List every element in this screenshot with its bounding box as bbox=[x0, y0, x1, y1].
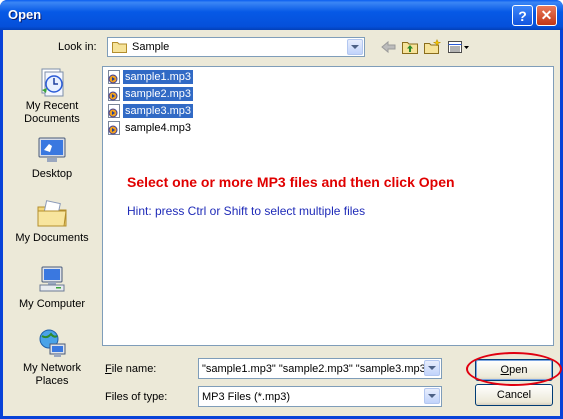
help-button[interactable]: ? bbox=[512, 5, 533, 26]
network-places-icon bbox=[39, 329, 66, 357]
look-in-combo[interactable]: Sample bbox=[107, 37, 365, 57]
mp3-file-icon bbox=[108, 87, 120, 101]
file-name-field[interactable]: "sample1.mp3" "sample2.mp3" "sample3.mp3… bbox=[198, 358, 442, 379]
close-button[interactable]: ✕ bbox=[536, 5, 557, 26]
file-type-value: MP3 Files (*.mp3) bbox=[202, 391, 291, 403]
place-label: My Network Places bbox=[22, 362, 82, 387]
open-dialog: Open ? ✕ Look in: Sample My Recent Docum… bbox=[0, 0, 563, 419]
my-documents-icon bbox=[37, 200, 67, 227]
file-name: sample1.mp3 bbox=[123, 70, 194, 84]
mp3-file-icon bbox=[108, 121, 120, 135]
place-my-computer[interactable]: My Computer bbox=[6, 264, 98, 311]
place-label: My Computer bbox=[18, 298, 86, 310]
open-button[interactable]: Open bbox=[475, 359, 553, 381]
place-label: Desktop bbox=[31, 168, 73, 180]
cancel-button-label: Cancel bbox=[496, 389, 532, 401]
file-type-label: Files of type: bbox=[105, 391, 168, 403]
up-folder-icon[interactable] bbox=[401, 39, 419, 55]
place-my-documents[interactable]: My Documents bbox=[6, 198, 98, 245]
place-label: My Documents bbox=[15, 232, 89, 244]
chevron-down-icon[interactable] bbox=[347, 39, 363, 55]
file-name-label: File name: bbox=[105, 363, 157, 375]
folder-icon bbox=[112, 42, 127, 53]
chevron-down-icon[interactable] bbox=[424, 360, 440, 376]
file-name: sample3.mp3 bbox=[123, 104, 194, 118]
hint-text: Hint: press Ctrl or Shift to select mult… bbox=[127, 204, 366, 218]
cancel-button[interactable]: Cancel bbox=[475, 384, 553, 406]
look-in-label: Look in: bbox=[58, 41, 97, 53]
place-network-places[interactable]: My Network Places bbox=[6, 328, 98, 388]
back-arrow-icon[interactable] bbox=[380, 39, 398, 55]
place-recent-documents[interactable]: My Recent Documents bbox=[6, 66, 98, 126]
places-bar: My Recent Documents Desktop My Documents bbox=[6, 66, 98, 406]
file-item[interactable]: sample1.mp3 bbox=[106, 69, 194, 85]
close-icon: ✕ bbox=[540, 7, 553, 23]
open-button-label: Open bbox=[500, 364, 528, 376]
mp3-file-icon bbox=[108, 70, 120, 84]
file-item[interactable]: sample2.mp3 bbox=[106, 86, 194, 102]
window-title: Open bbox=[8, 7, 42, 22]
file-name: sample4.mp3 bbox=[125, 122, 192, 134]
dialog-body: Look in: Sample My Recent Documents Desk… bbox=[3, 30, 562, 416]
file-name: sample2.mp3 bbox=[123, 87, 194, 101]
place-desktop[interactable]: Desktop bbox=[6, 134, 98, 181]
file-item[interactable]: sample3.mp3 bbox=[106, 103, 194, 119]
instruction-message: Select one or more MP3 files and then cl… bbox=[127, 174, 455, 190]
new-folder-icon[interactable] bbox=[423, 39, 441, 55]
file-name-value: "sample1.mp3" "sample2.mp3" "sample3.mp3… bbox=[202, 363, 424, 375]
my-computer-icon bbox=[39, 266, 65, 292]
title-bar[interactable]: Open ? ✕ bbox=[0, 0, 563, 30]
place-label: My Recent Documents bbox=[24, 100, 80, 125]
file-item[interactable]: sample4.mp3 bbox=[106, 120, 193, 136]
desktop-icon bbox=[38, 137, 66, 162]
mp3-file-icon bbox=[108, 104, 120, 118]
file-type-select[interactable]: MP3 Files (*.mp3) bbox=[198, 386, 442, 407]
chevron-down-icon[interactable] bbox=[424, 388, 440, 404]
look-in-value: Sample bbox=[132, 41, 170, 53]
recent-documents-icon bbox=[41, 68, 64, 97]
view-menu-icon[interactable] bbox=[447, 39, 471, 55]
file-list[interactable]: sample1.mp3 sample2.mp3 sample3.mp3 samp… bbox=[102, 66, 554, 346]
